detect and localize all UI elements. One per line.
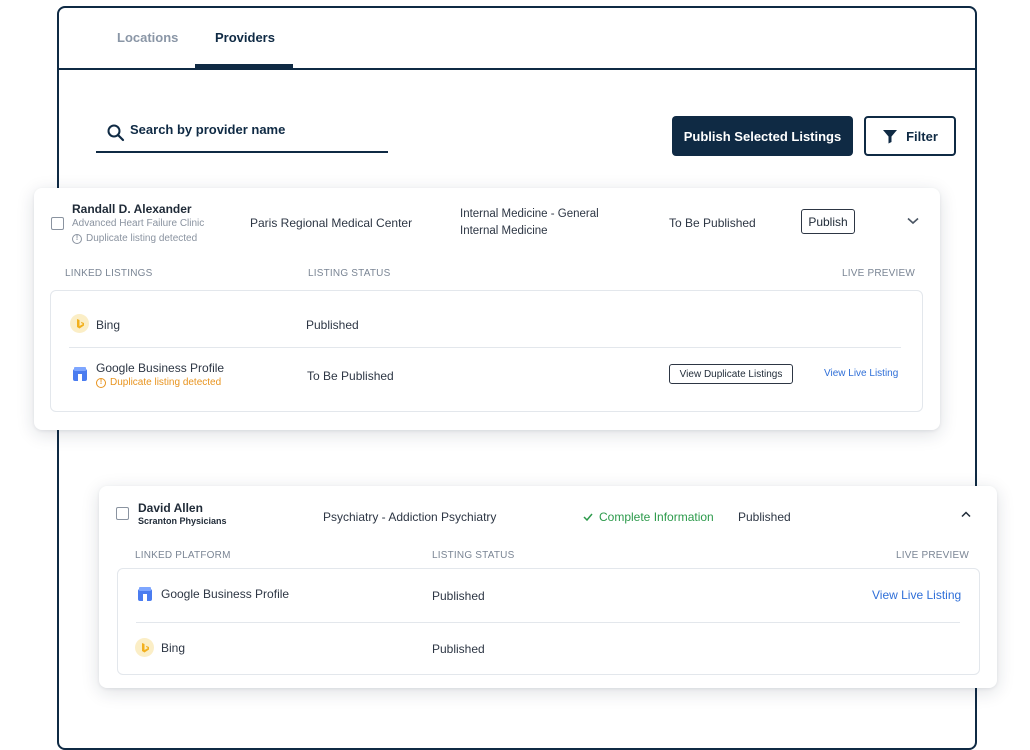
row-divider: [69, 347, 901, 348]
duplicate-warning: ! Duplicate listing detected: [72, 233, 197, 244]
provider-specialty: Psychiatry - Addiction Psychiatry: [323, 510, 497, 524]
listing-platform: Bing: [96, 318, 121, 332]
listing-status: Published: [306, 318, 359, 332]
listing-status: Published: [432, 589, 485, 603]
listing-status: Published: [432, 642, 485, 656]
provider-practice: Advanced Heart Failure Clinic: [72, 218, 205, 229]
tab-bar: Locations Providers: [59, 8, 975, 70]
provider-card: David Allen Scranton Physicians Psychiat…: [99, 486, 997, 688]
provider-specialty-line1: Internal Medicine - General: [460, 208, 599, 220]
linked-platforms-table: Google Business Profile Published View L…: [117, 568, 980, 675]
bing-icon: [70, 314, 89, 333]
tab-locations[interactable]: Locations: [117, 30, 178, 45]
tab-providers[interactable]: Providers: [215, 30, 275, 45]
listing-platform: Google Business Profile: [161, 587, 290, 601]
info-circle-icon: !: [96, 377, 106, 388]
view-duplicate-listings-button[interactable]: View Duplicate Listings: [669, 364, 793, 384]
publish-label: Publish: [808, 214, 848, 229]
listing-row: [135, 638, 154, 657]
search-icon: [107, 124, 125, 142]
column-header-live-preview: LIVE PREVIEW: [842, 268, 915, 279]
column-header-listing-status: LISTING STATUS: [432, 550, 515, 561]
chevron-up-icon[interactable]: [961, 511, 971, 518]
provider-name: Randall D. Alexander: [72, 202, 192, 216]
provider-checkbox[interactable]: [51, 217, 64, 230]
view-live-listing-link[interactable]: View Live Listing: [824, 368, 898, 379]
filter-button[interactable]: Filter: [864, 116, 956, 156]
active-tab-indicator: [195, 64, 293, 68]
provider-practice: Scranton Physicians: [138, 516, 227, 526]
filter-icon: [883, 130, 898, 144]
search-input[interactable]: [130, 122, 380, 137]
chevron-down-icon[interactable]: [907, 217, 919, 225]
column-header-linked-listings: LINKED LISTINGS: [65, 268, 153, 279]
provider-name: David Allen: [138, 501, 203, 515]
provider-card: Randall D. Alexander Advanced Heart Fail…: [34, 188, 940, 430]
duplicate-warning-text: Duplicate listing detected: [86, 233, 198, 244]
provider-status: To Be Published: [669, 216, 756, 230]
listing-platform: Google Business Profile: [96, 361, 225, 375]
column-header-listing-status: LISTING STATUS: [308, 268, 391, 279]
listing-platform: Bing: [161, 641, 186, 655]
column-header-linked-platform: LINKED PLATFORM: [135, 550, 231, 561]
duplicate-warning-text: Duplicate listing detected: [110, 377, 222, 388]
checkmark-icon: [583, 513, 593, 521]
google-business-profile-icon: [72, 366, 88, 382]
row-divider: [136, 622, 960, 623]
provider-location: Paris Regional Medical Center: [250, 216, 413, 230]
filter-label: Filter: [906, 128, 938, 144]
google-business-profile-icon: [137, 586, 153, 602]
provider-specialty-line2: Internal Medicine: [460, 225, 548, 237]
view-live-listing-link[interactable]: View Live Listing: [872, 588, 961, 602]
duplicate-warning: ! Duplicate listing detected: [96, 377, 221, 388]
bing-icon: [135, 638, 154, 657]
publish-button[interactable]: Publish: [801, 209, 855, 234]
info-circle-icon: !: [72, 233, 82, 244]
publish-selected-listings-button[interactable]: Publish Selected Listings: [672, 116, 853, 156]
view-duplicate-listings-label: View Duplicate Listings: [679, 368, 783, 380]
complete-information-status: Complete Information: [583, 510, 714, 524]
listing-status: To Be Published: [307, 369, 394, 383]
listing-row: [70, 314, 89, 333]
linked-listings-table: Bing Published Google Business Profile !…: [50, 290, 923, 412]
provider-status: Published: [738, 510, 791, 524]
complete-information-text: Complete Information: [599, 510, 714, 524]
search-bar: [96, 118, 388, 153]
provider-checkbox[interactable]: [116, 507, 129, 520]
column-header-live-preview: LIVE PREVIEW: [896, 550, 969, 561]
publish-selected-label: Publish Selected Listings: [683, 128, 842, 144]
